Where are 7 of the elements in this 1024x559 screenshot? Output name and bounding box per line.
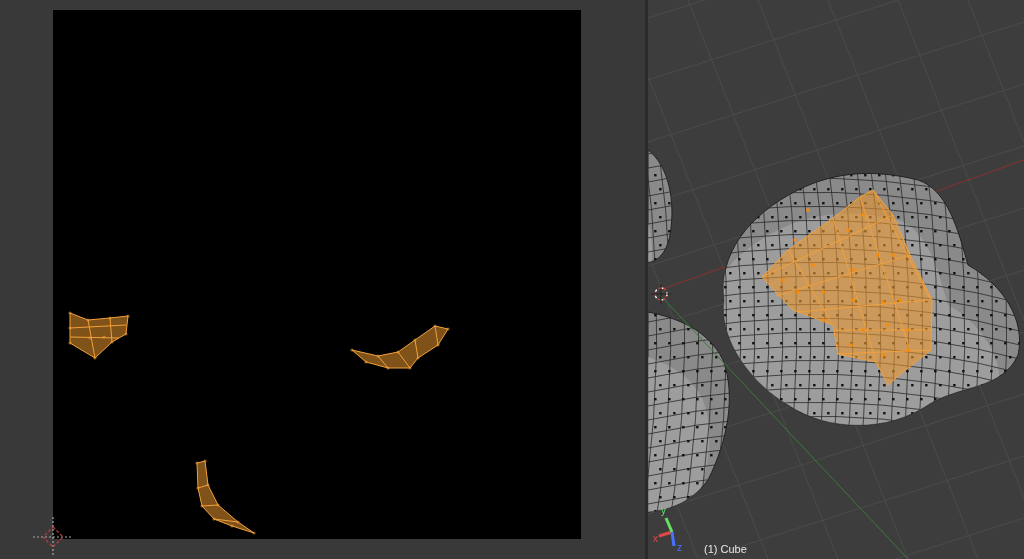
2d-cursor-icon: [32, 516, 74, 558]
3d-cursor-icon: [650, 283, 672, 305]
uv-island-drawing: [68, 311, 130, 360]
axis-label: y: [661, 505, 666, 516]
object-label: (1) Cube: [704, 542, 747, 556]
axis-label: x: [653, 533, 658, 544]
axis-label: z: [677, 542, 682, 553]
